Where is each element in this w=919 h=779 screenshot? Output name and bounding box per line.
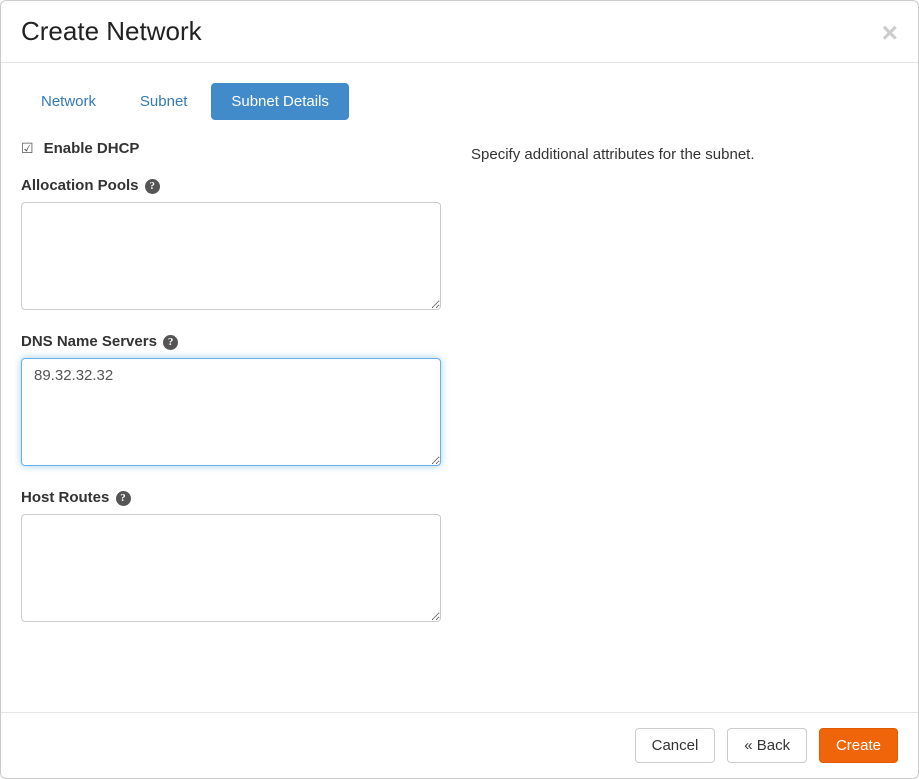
tab-subnet[interactable]: Subnet <box>120 83 208 120</box>
modal-body: Network Subnet Subnet Details ☑ Enable D… <box>1 63 918 712</box>
host-routes-input[interactable] <box>21 514 441 622</box>
help-description: Specify additional attributes for the su… <box>471 146 898 163</box>
tab-subnet-details[interactable]: Subnet Details <box>211 83 349 120</box>
tab-network[interactable]: Network <box>21 83 116 120</box>
tab-bar: Network Subnet Subnet Details <box>21 83 898 120</box>
allocation-pools-label: Allocation Pools ? <box>21 177 441 194</box>
dns-name-servers-input[interactable] <box>21 358 441 466</box>
checkbox-checked-icon[interactable]: ☑ <box>21 140 34 157</box>
help-icon[interactable]: ? <box>116 491 131 506</box>
content-row: ☑ Enable DHCP Allocation Pools ? DNS Nam… <box>21 140 898 645</box>
cancel-button[interactable]: Cancel <box>635 728 716 763</box>
host-routes-group: Host Routes ? <box>21 489 441 625</box>
modal-title: Create Network <box>21 16 898 47</box>
allocation-pools-group: Allocation Pools ? <box>21 177 441 313</box>
back-button[interactable]: « Back <box>727 728 807 763</box>
dns-name-servers-group: DNS Name Servers ? <box>21 333 441 469</box>
enable-dhcp-row[interactable]: ☑ Enable DHCP <box>21 140 441 157</box>
dns-name-servers-label: DNS Name Servers ? <box>21 333 441 350</box>
help-icon[interactable]: ? <box>145 179 160 194</box>
create-button[interactable]: Create <box>819 728 898 763</box>
form-column: ☑ Enable DHCP Allocation Pools ? DNS Nam… <box>21 140 441 645</box>
enable-dhcp-label: Enable DHCP <box>44 140 140 157</box>
host-routes-label-text: Host Routes <box>21 489 109 506</box>
allocation-pools-input[interactable] <box>21 202 441 310</box>
help-icon[interactable]: ? <box>163 335 178 350</box>
help-column: Specify additional attributes for the su… <box>471 140 898 645</box>
close-icon[interactable]: × <box>882 19 898 47</box>
modal-header: Create Network × <box>1 1 918 63</box>
host-routes-label: Host Routes ? <box>21 489 441 506</box>
create-network-modal: Create Network × Network Subnet Subnet D… <box>0 0 919 779</box>
dns-name-servers-label-text: DNS Name Servers <box>21 333 157 350</box>
allocation-pools-label-text: Allocation Pools <box>21 177 139 194</box>
modal-footer: Cancel « Back Create <box>1 712 918 778</box>
